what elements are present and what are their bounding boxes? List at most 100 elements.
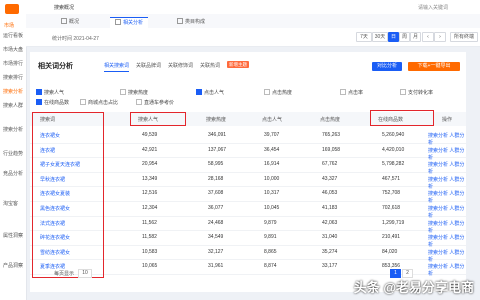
table-cell: 36,077 [208,205,224,211]
sidebar: 市场 运行看板 市场大盘 市场排行 搜索排行 搜索分析 搜索人群 搜索分析 行业… [0,0,27,300]
panel-title: 相关词分析 [38,63,73,70]
table-cell: 32,127 [208,248,224,255]
table-cell: 210,491 [382,234,401,241]
table-cell: 41,183 [322,205,338,211]
row-actions[interactable]: 搜索分析 人群分析 [428,263,466,277]
metric-label: 点击人气 [204,90,225,96]
download-button[interactable]: 下载+一键导出 [408,62,460,71]
panel-tab-hot[interactable]: 关联热词 [200,62,220,69]
table-cell: 11,582 [142,234,157,241]
sidebar-item[interactable]: 产品洞察 [1,262,27,269]
metric-checkbox[interactable]: 在线商品数 [36,99,69,106]
sidebar-item-active[interactable]: 搜索分析 [1,88,27,95]
highlight-keyword-column [32,112,104,278]
metric-label: 搜索人气 [44,90,65,96]
highlight-online-products-header [370,110,434,126]
table-cell: 67,762 [322,161,338,168]
table-cell: 137,067 [208,146,227,153]
table-cell: 5,798,282 [382,161,405,168]
panel-tab-brand[interactable]: 关联品牌词 [136,62,161,69]
device-select[interactable]: 所有终端 [450,32,478,42]
table-cell: 346,091 [208,132,227,138]
table-cell: 31,961 [208,263,224,270]
table-cell: 11,562 [142,219,157,226]
checkbox-checked-icon [36,99,42,105]
metric-checkbox[interactable]: 支付转化率 [400,89,433,96]
checkbox-empty-icon [340,89,346,95]
metric-checkbox[interactable]: 搜索人气 [36,89,64,96]
metric-label: 在线商品数 [44,100,70,106]
tab-label: 类目构成 [185,19,206,25]
table-cell: 43,327 [322,175,338,182]
next-date-button[interactable]: › [434,32,446,42]
table-cell: 34,549 [208,234,224,241]
col-click-popularity[interactable]: 点击人气 [262,116,282,123]
metric-checkbox[interactable]: 搜索热度 [120,89,148,96]
checkbox-empty-icon [400,89,406,95]
sidebar-item[interactable]: 搜索人群 [1,102,27,109]
watermark: 头条 @老易分享电商 [353,280,474,295]
period-7day-button[interactable]: 7天 [356,32,372,42]
table-cell: 9,891 [264,234,277,241]
table-cell: 35,274 [322,248,338,255]
table-cell: 36,454 [264,146,280,153]
period-30day-button[interactable]: 30天 [372,32,388,42]
checkbox-empty-icon [136,99,142,105]
sidebar-item[interactable]: 行业趋势 [1,150,27,157]
panel-tab-related-search[interactable]: 相关搜索词 [104,62,130,72]
sidebar-item[interactable]: 市场大盘 [1,46,27,53]
table-cell: 467,571 [382,175,401,182]
table-cell: 28,168 [208,175,224,182]
tab-overview[interactable]: 概况 [56,17,84,27]
sidebar-item[interactable]: 搜索分析 [1,126,27,133]
page-title: 搜索概况 [54,5,75,11]
sidebar-item[interactable]: 淘宝客 [1,200,27,207]
page-size-select[interactable]: 10 [78,269,92,278]
table-cell: 33,177 [322,263,338,270]
metric-label: 搜索热度 [128,90,149,96]
table-cell: 12,304 [142,205,158,211]
table-cell: 42,921 [142,146,158,153]
period-month-button[interactable]: 月 [410,32,421,42]
related-panel: 相关词分析 相关搜索词 关联品牌词 关联修饰词 关联热词 新增主题 对比分析 下… [30,52,466,292]
tab-category[interactable]: 类目构成 [172,17,210,27]
table-cell: 8,874 [264,263,277,270]
col-click-heat[interactable]: 点击热度 [320,116,340,123]
col-search-heat[interactable]: 搜索热度 [206,116,226,123]
compare-button[interactable]: 对比分析 [372,62,402,71]
table-cell: 8,865 [264,248,277,255]
category-icon [177,18,183,24]
view-tabs: 概况 相关分析 类目构成 [26,14,480,28]
table-cell: 20,954 [142,161,158,168]
metric-label: 支付转化率 [408,90,434,96]
sidebar-item[interactable]: 运行看板 [1,32,27,39]
table-cell: 10,065 [142,263,158,270]
table-cell: 24,468 [208,219,224,226]
table-cell: 39,707 [264,132,280,138]
period-week-button[interactable]: 周 [399,32,410,42]
period-day-button[interactable]: 日 [388,32,399,42]
sidebar-item[interactable]: 市场排行 [1,60,27,67]
metric-checkbox[interactable]: 商城点击占比 [80,99,118,106]
top-bar: 搜索概况 请输入关键词 [26,0,480,15]
checkbox-empty-icon [120,89,126,95]
panel-tab-modifier[interactable]: 关联修饰词 [168,62,193,69]
table-cell: 84,020 [382,248,398,255]
prev-date-button[interactable]: ‹ [422,32,434,42]
metric-label: 商城点击占比 [88,100,119,106]
sidebar-item[interactable]: 竞品分析 [1,170,27,177]
metric-checkbox[interactable]: 点击热度 [264,89,292,96]
metric-checkbox[interactable]: 直通车参考价 [136,99,174,106]
table-cell: 752,708 [382,190,401,197]
sidebar-item[interactable]: 属性洞察 [1,232,27,239]
checkbox-empty-icon [80,99,86,105]
page-size-label: 每页显示 [54,271,75,277]
table-cell: 10,000 [264,175,280,182]
metric-checkbox[interactable]: 点击率 [340,89,363,96]
search-input[interactable]: 请输入关键词 [418,4,448,11]
brand-logo-icon[interactable] [5,4,19,14]
tab-related[interactable]: 相关分析 [110,17,149,28]
metric-checkbox[interactable]: 点击人气 [196,89,224,96]
table-cell: 37,608 [208,190,224,197]
sidebar-item[interactable]: 搜索排行 [1,74,27,81]
